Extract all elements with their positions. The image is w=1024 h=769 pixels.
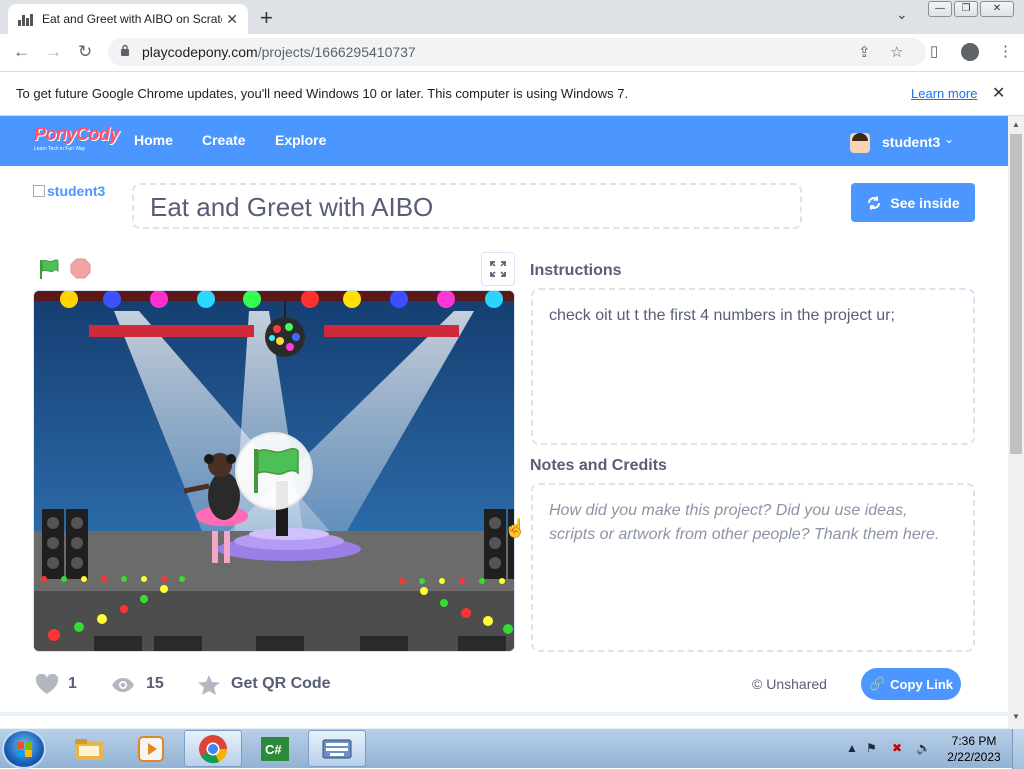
remix-arrows-icon (868, 196, 881, 209)
start-button[interactable] (4, 731, 44, 767)
menu-kebab-icon[interactable]: ⋮ (998, 42, 1013, 60)
mouse-pointer-icon: ☝ (504, 518, 527, 538)
scroll-up-icon[interactable]: ▲ (1012, 120, 1020, 129)
notes-label: Notes and Credits (530, 457, 667, 474)
tray-expand-icon[interactable]: ▲ (846, 741, 858, 755)
love-heart-icon[interactable] (35, 674, 59, 696)
user-name[interactable]: student3 (882, 134, 940, 150)
link-icon: 🔗 (868, 676, 886, 691)
stop-sign-icon[interactable] (70, 258, 91, 279)
nav-explore[interactable]: Explore (275, 132, 326, 148)
green-flag-icon[interactable] (38, 258, 60, 280)
profile-avatar-icon[interactable] (961, 43, 979, 61)
browser-toolbar: ← → ↻ playcodepony.com/projects/16662954… (0, 34, 1024, 72)
view-count: 15 (146, 675, 164, 692)
system-clock[interactable]: 7:36 PM 2/22/2023 (944, 733, 1004, 765)
share-icon[interactable]: ⇪ (858, 43, 871, 61)
volume-icon[interactable]: 🔈 (916, 741, 931, 755)
page-footer-edge (0, 712, 1008, 716)
stage-scene (34, 291, 514, 651)
explorer-taskbar-icon[interactable] (60, 730, 118, 767)
lock-icon (121, 44, 129, 56)
notes-field[interactable]: How did you make this project? Did you u… (531, 483, 975, 652)
site-logo[interactable]: PonyCody Learn Tech in Fun Way (34, 124, 120, 158)
back-arrow-icon[interactable]: ← (13, 42, 30, 62)
page-scrollbar[interactable]: ▲ ▼ (1008, 116, 1024, 728)
bunting (324, 325, 459, 337)
url-text: playcodepony.com/projects/1666295410737 (142, 44, 416, 60)
copy-link-button[interactable]: 🔗 Copy Link (861, 668, 961, 700)
scroll-down-icon[interactable]: ▼ (1012, 712, 1020, 721)
fullscreen-button[interactable] (481, 252, 515, 286)
project-title-field[interactable]: Eat and Greet with AIBO (132, 183, 802, 229)
user-avatar[interactable] (850, 133, 870, 153)
fullscreen-icon (490, 261, 506, 277)
chevron-down-icon[interactable]: ⌄ (944, 132, 954, 146)
media-player-taskbar-icon[interactable] (122, 730, 180, 767)
infobar-close-icon[interactable]: ✕ (992, 83, 1005, 103)
address-bar[interactable]: playcodepony.com/projects/1666295410737 … (108, 38, 926, 66)
new-tab-button[interactable]: + (260, 5, 273, 31)
infobar-message: To get future Google Chrome updates, you… (16, 86, 629, 101)
info-icon: © (752, 676, 763, 692)
site-navbar: PonyCody Learn Tech in Fun Way Home Crea… (0, 116, 1008, 166)
bookmark-star-icon[interactable]: ☆ (890, 43, 903, 61)
tab-search-chevron-icon[interactable]: ⌄ (896, 6, 908, 23)
network-icon[interactable]: ✖ (892, 741, 902, 755)
bunting (89, 325, 254, 337)
show-desktop-button[interactable] (1012, 729, 1024, 769)
maximize-button[interactable]: ❐ (954, 1, 978, 17)
views-eye-icon (112, 678, 134, 692)
get-qr-code-button[interactable]: Get QR Code (231, 675, 331, 693)
side-panel-icon[interactable]: ▯ (930, 42, 938, 60)
favorite-star-icon[interactable] (197, 674, 221, 696)
browser-tab[interactable]: Eat and Greet with AIBO on Scratch ✕ (8, 4, 248, 34)
project-title: Eat and Greet with AIBO (150, 192, 434, 222)
share-status: © Unshared (752, 676, 827, 692)
minimize-button[interactable]: — (928, 1, 952, 17)
scratch-favicon-icon (18, 12, 34, 26)
update-infobar: To get future Google Chrome updates, you… (0, 72, 1024, 116)
forward-arrow-icon[interactable]: → (45, 42, 62, 62)
reload-icon[interactable]: ↻ (78, 42, 92, 62)
tab-close-icon[interactable]: ✕ (226, 11, 238, 28)
action-center-icon[interactable]: ⚑ (866, 741, 877, 755)
learn-more-link[interactable]: Learn more (911, 86, 977, 101)
close-window-button[interactable]: ✕ (980, 1, 1014, 17)
csharp-ide-taskbar-icon[interactable]: C# (246, 730, 304, 767)
nav-home[interactable]: Home (134, 132, 173, 148)
tab-title: Eat and Greet with AIBO on Scratch (42, 12, 222, 26)
svg-text:C#: C# (265, 742, 282, 757)
chrome-taskbar-icon[interactable] (184, 730, 242, 767)
nav-create[interactable]: Create (202, 132, 246, 148)
browser-tab-bar: Eat and Greet with AIBO on Scratch ✕ + ⌄… (0, 0, 1024, 34)
page-viewport: PonyCody Learn Tech in Fun Way Home Crea… (0, 116, 1008, 716)
love-count: 1 (68, 675, 77, 692)
scroll-thumb[interactable] (1010, 134, 1022, 454)
see-inside-button[interactable]: See inside (851, 183, 975, 222)
instructions-field[interactable]: check oit ut t the first 4 numbers in th… (531, 288, 975, 445)
instructions-label: Instructions (530, 262, 622, 279)
project-stage[interactable] (33, 290, 515, 652)
onscreen-keyboard-taskbar-icon[interactable] (308, 730, 366, 767)
start-overlay (235, 432, 313, 510)
windows-taskbar: C# ▲ ⚑ ✖ 🔈 7:36 PM 2/22/2023 (0, 728, 1024, 769)
author-avatar-broken-image[interactable]: student3 (33, 183, 105, 199)
